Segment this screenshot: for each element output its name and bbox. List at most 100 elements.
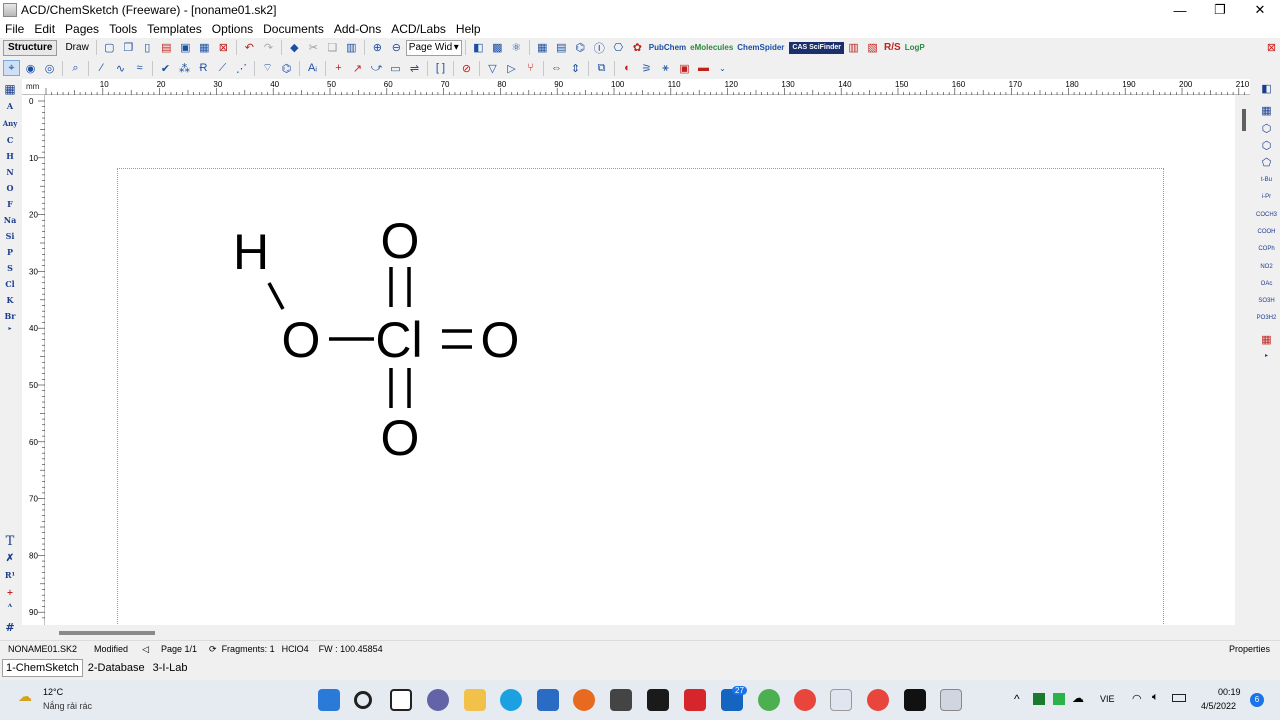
paste-icon[interactable]: ▥ (343, 40, 360, 56)
menu-acdlabs[interactable]: ACD/Labs (386, 22, 451, 36)
menu-edit[interactable]: Edit (29, 22, 60, 36)
more-atoms-icon[interactable]: ▸ (0, 325, 20, 332)
atom-a[interactable]: A (0, 101, 20, 111)
group-no2[interactable]: NO2 (1253, 264, 1280, 270)
chemsketch-taskbar-icon[interactable] (940, 689, 962, 711)
firefox-icon[interactable] (573, 689, 595, 711)
brackets-icon[interactable]: [ ] (432, 60, 449, 76)
numbering-tool[interactable]: # (0, 621, 20, 634)
clock-date[interactable]: 4/5/2022 (1201, 701, 1236, 711)
horizontal-flip-icon[interactable]: ⇔ (548, 60, 565, 76)
horizontal-scroll-thumb[interactable] (59, 631, 155, 635)
branch-icon[interactable]: ⚹ (657, 60, 674, 76)
pubchem-button[interactable]: PubChem (647, 41, 688, 55)
tautomer-icon[interactable]: ⎔ (610, 40, 627, 56)
emolecules-button[interactable]: eMolecules (688, 41, 735, 55)
menu-help[interactable]: Help (451, 22, 486, 36)
group-so3h[interactable]: SO3H (1253, 298, 1280, 304)
expand-icon[interactable]: ▸ (1253, 352, 1280, 359)
chemspider-button[interactable]: ChemSpider (735, 41, 786, 55)
close-document-icon[interactable]: ⊠ (1263, 40, 1280, 56)
group-po3h2[interactable]: PO3H2 (1253, 315, 1280, 321)
atom-label-icon[interactable]: ᴬ (0, 603, 20, 613)
vertical-flip-icon[interactable]: ⇕ (567, 60, 584, 76)
properties-button[interactable]: Properties (1229, 644, 1270, 654)
calculate-icon[interactable]: ▤ (553, 40, 570, 56)
rotate-icon[interactable]: ◉ (22, 60, 39, 76)
periodic-table-icon[interactable]: ▦ (0, 82, 20, 96)
search-icon[interactable] (354, 691, 372, 709)
weather-temperature[interactable]: 12°C (43, 687, 63, 697)
chrome-icon[interactable] (794, 689, 816, 711)
undo-icon[interactable]: ↶ (241, 40, 258, 56)
tray-app-icon[interactable] (1033, 693, 1045, 705)
group-cooh[interactable]: COOH (1253, 229, 1280, 235)
app-green-icon[interactable] (758, 689, 780, 711)
atom-chlorine[interactable]: Cl (375, 312, 422, 368)
3d-viewer-icon[interactable]: ⌬ (572, 40, 589, 56)
wave-icon[interactable]: ≈ (131, 60, 148, 76)
stereo-icon[interactable]: ◐ (619, 60, 636, 76)
atom-k[interactable]: K (0, 295, 20, 305)
tab-database[interactable]: 2-Database (85, 660, 148, 676)
cyclopentane-icon[interactable]: ⬠ (1253, 156, 1280, 169)
task-view-icon[interactable] (390, 689, 412, 711)
weather-text[interactable]: Nắng rải rác (43, 701, 92, 711)
vertical-scrollbar[interactable] (1236, 95, 1252, 625)
more-tools-icon[interactable]: ⌄ (714, 60, 731, 76)
volume-icon[interactable]: 🔈︎ (1152, 691, 1159, 704)
atom-c[interactable]: C (0, 135, 20, 145)
chat-icon[interactable] (427, 689, 449, 711)
atom-hydrogen[interactable]: H (233, 224, 269, 280)
charge-tool[interactable]: + (0, 587, 20, 597)
chevron-up-icon[interactable]: ^ (1014, 692, 1020, 706)
tray-app2-icon[interactable] (1053, 693, 1065, 705)
atom-delete-icon[interactable]: ✗ (0, 553, 20, 564)
structure-mode-button[interactable]: Structure (3, 39, 58, 56)
benzene-icon[interactable]: ⬡ (1253, 139, 1280, 152)
dropbox-icon[interactable] (647, 689, 669, 711)
language-indicator[interactable]: VIE (1100, 694, 1115, 704)
menu-options[interactable]: Options (207, 22, 258, 36)
wifi-shape-icon[interactable]: ⌔ (259, 60, 276, 76)
save-icon[interactable]: ▣ (177, 40, 194, 56)
amazon-icon[interactable] (610, 689, 632, 711)
minimize-button[interactable]: — (1160, 0, 1200, 20)
group-icon[interactable]: ⧉ (593, 60, 610, 76)
atom-o[interactable]: O (0, 183, 20, 193)
atom-cl[interactable]: Cl (0, 279, 20, 289)
select-tool-icon[interactable]: ⌖ (3, 60, 20, 76)
marker-icon[interactable]: ▬ (695, 60, 712, 76)
fork-icon[interactable]: ⑂ (522, 60, 539, 76)
atom-p[interactable]: P (0, 247, 20, 257)
group-coph[interactable]: COPh (1253, 246, 1280, 252)
atom-si[interactable]: Si (0, 231, 20, 241)
reaction-icon[interactable]: ▧ (864, 40, 881, 56)
line-icon[interactable]: ⟋ (214, 60, 231, 76)
file-explorer-icon[interactable] (464, 689, 486, 711)
template-window-icon[interactable]: ◧ (1253, 82, 1280, 95)
draw-mode-button[interactable]: Draw (61, 40, 92, 56)
copy-icon[interactable]: ❏ (324, 40, 341, 56)
eraser-icon[interactable]: ◆ (286, 40, 303, 56)
bond-icon[interactable]: ⁄ (93, 60, 110, 76)
grid-icon[interactable]: ▦ (534, 40, 551, 56)
molecule-structure[interactable]: H O Cl O O O (45, 95, 1235, 625)
menu-file[interactable]: File (0, 22, 29, 36)
dashed-icon[interactable]: ⋰ (233, 60, 250, 76)
arrow-icon[interactable]: ↗ (349, 60, 366, 76)
flip-down-icon[interactable]: ▽ (484, 60, 501, 76)
edge-icon[interactable] (500, 689, 522, 711)
group-coch3[interactable]: COCH3 (1253, 212, 1280, 218)
new-page-icon[interactable]: ▢ (101, 40, 118, 56)
battery-icon[interactable] (1172, 694, 1186, 702)
atom-h[interactable]: H (0, 151, 20, 161)
r-group-tool[interactable]: R¹ (0, 570, 20, 580)
check-icon[interactable]: ✔ (157, 60, 174, 76)
atom-oxygen-right[interactable]: O (481, 312, 520, 368)
chrome-profile-icon[interactable] (867, 689, 889, 711)
menu-templates[interactable]: Templates (142, 22, 207, 36)
new-document-icon[interactable]: ▯ (139, 40, 156, 56)
wifi-icon[interactable]: ◠ (1132, 692, 1142, 705)
notification-badge[interactable]: 6 (1250, 693, 1264, 707)
